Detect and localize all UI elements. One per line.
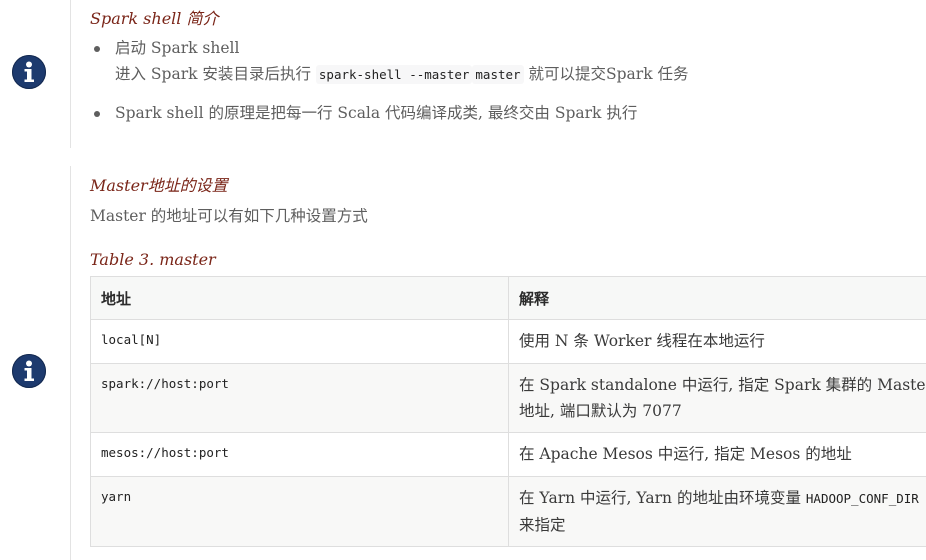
description-cell: 在 Spark standalone 中运行, 指定 Spark 集群的 Mas…	[508, 363, 926, 433]
address-cell: yarn	[90, 476, 509, 547]
master-table: 地址 解释 local[N] 使用 N 条 Worker 线程在本地运行 spa…	[90, 276, 926, 547]
intro-paragraph: Master 的地址可以有如下几种设置方式	[90, 207, 368, 225]
column-header-description: 解释	[508, 276, 926, 320]
list-item-text: 进入 Spark 安装目录后执行	[115, 65, 311, 83]
table-row: mesos://host:port 在 Apache Mesos 中运行, 指定…	[90, 432, 926, 477]
column-header-address: 地址	[90, 276, 509, 320]
description-text: 来指定	[519, 516, 566, 534]
inline-code: HADOOP_CONF_DIR	[805, 491, 919, 506]
address-cell: spark://host:port	[90, 363, 509, 433]
inline-code: master	[472, 65, 524, 84]
admonition-title: Spark shell 简介	[90, 9, 219, 28]
table-caption: Table 3. master	[90, 250, 216, 269]
inline-code: spark-shell --master	[315, 65, 473, 84]
list-item-text: 就可以提交Spark 任务	[528, 65, 689, 83]
info-circle-icon	[12, 55, 46, 89]
description-cell: 在 Apache Mesos 中运行, 指定 Mesos 的地址	[508, 432, 926, 477]
icon-column	[0, 0, 71, 148]
table-row: spark://host:port 在 Spark standalone 中运行…	[90, 363, 926, 433]
list-item-line: 启动 Spark shell	[115, 39, 240, 57]
list-item: 启动 Spark shell 进入 Spark 安装目录后执行 spark-sh…	[90, 35, 910, 88]
table-header-row: 地址 解释	[90, 276, 926, 320]
note-admonition-spark-shell: Spark shell 简介 启动 Spark shell 进入 Spark 安…	[0, 0, 926, 148]
address-cell: local[N]	[90, 319, 509, 364]
address-cell: mesos://host:port	[90, 432, 509, 477]
table-row: local[N] 使用 N 条 Worker 线程在本地运行	[90, 319, 926, 364]
table-row: yarn 在 Yarn 中运行, Yarn 的地址由环境变量 HADOOP_CO…	[90, 476, 926, 547]
list-item-line: 进入 Spark 安装目录后执行 spark-shell --master mas…	[115, 61, 910, 88]
description-cell: 在 Yarn 中运行, Yarn 的地址由环境变量 HADOOP_CONF_DI…	[508, 476, 926, 547]
description-cell: 使用 N 条 Worker 线程在本地运行	[508, 319, 926, 364]
icon-column	[0, 166, 71, 560]
info-circle-icon	[12, 354, 46, 388]
admonition-title: Master地址的设置	[90, 176, 228, 195]
bullet-list: 启动 Spark shell 进入 Spark 安装目录后执行 spark-sh…	[90, 35, 910, 126]
note-admonition-master-address: Master地址的设置 Master 的地址可以有如下几种设置方式 Table …	[0, 166, 926, 560]
list-item: Spark shell 的原理是把每一行 Scala 代码编译成类, 最终交由 …	[90, 100, 910, 126]
description-text: 在 Yarn 中运行, Yarn 的地址由环境变量	[519, 489, 801, 507]
